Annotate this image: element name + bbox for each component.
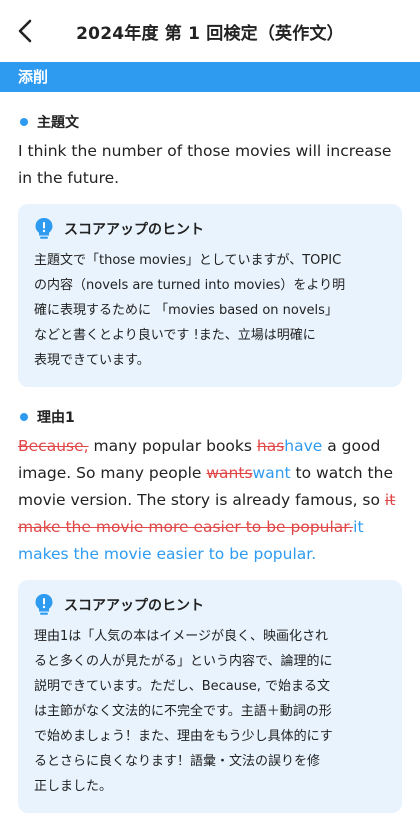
hint-heading: スコアアップのヒント xyxy=(34,216,386,242)
hint-line: 確に表現するために 「movies based on novels」 xyxy=(34,303,338,318)
page-title: 2024年度 第 1 回検定（英作文） xyxy=(76,23,344,44)
theme-heading: 主題文 xyxy=(18,112,402,132)
lightbulb-icon xyxy=(35,218,53,239)
inserted-text: want xyxy=(252,464,291,482)
hint-line: は主節がなく文法的に不完全です。主語＋動詞の形 xyxy=(34,704,332,719)
deleted-text: wants xyxy=(206,464,253,482)
hint-line: るとさらに良くなります！語彙・文法の誤りを修 xyxy=(34,754,321,769)
section-bar-correction: 添削 xyxy=(0,62,420,92)
hint-text-theme: 主題文で「those movies」としていますが、TOPIC の内容（nove… xyxy=(34,248,386,373)
hint-line: などと書くとより良いです !また、立場は明確に xyxy=(34,328,316,343)
bullet-dot-icon xyxy=(20,118,28,126)
hint-card-reason1: スコアアップのヒント 理由1は「人気の本はイメージが良く、映画化され ると多くの… xyxy=(18,580,402,813)
hint-title: スコアアップのヒント xyxy=(64,598,204,614)
deleted-text: Because, xyxy=(18,437,89,455)
reason1-section: 理由1 Because, many popular books hashave … xyxy=(0,407,420,813)
theme-text: I think the number of those movies will … xyxy=(18,142,392,187)
bullet-dot-icon xyxy=(20,413,28,421)
reason1-heading: 理由1 xyxy=(18,407,402,427)
deleted-text: has xyxy=(256,437,285,455)
hint-heading: スコアアップのヒント xyxy=(34,592,386,618)
hint-line: で始めましょう！また、理由をもう少し具体的にす xyxy=(34,729,333,744)
hint-card-theme: スコアアップのヒント 主題文で「those movies」としていますが、TOP… xyxy=(18,204,402,387)
hint-line: ると多くの人が見たがる」という内容で、論理的に xyxy=(34,654,333,669)
hint-line: の内容（novels are turned into movies）をより明 xyxy=(34,278,346,293)
reason1-label: 理由1 xyxy=(37,410,75,426)
theme-label: 主題文 xyxy=(37,115,79,131)
hint-line: 説明できています。ただし、Because, で始まる文 xyxy=(34,679,331,694)
theme-section: 主題文 I think the number of those movies w… xyxy=(0,112,420,387)
hint-title: スコアアップのヒント xyxy=(64,222,204,238)
hint-line: 正しました。 xyxy=(34,779,113,794)
hint-line: 理由1は「人気の本はイメージが良く、映画化され xyxy=(34,629,329,644)
hint-line: 表現できています。 xyxy=(34,353,150,368)
back-chevron-icon[interactable] xyxy=(14,18,38,44)
hint-line: 主題文で「those movies」としていますが、TOPIC xyxy=(34,253,342,268)
lightbulb-icon xyxy=(35,594,53,615)
inserted-text: have xyxy=(284,437,323,455)
hint-text-reason1: 理由1は「人気の本はイメージが良く、映画化され ると多くの人が見たがる」という内… xyxy=(34,624,386,799)
reason1-corrected-text: Because, many popular books hashave a go… xyxy=(18,433,402,568)
kept-text: many popular books xyxy=(88,437,257,455)
header-bar: 2024年度 第 1 回検定（英作文） xyxy=(0,0,420,62)
